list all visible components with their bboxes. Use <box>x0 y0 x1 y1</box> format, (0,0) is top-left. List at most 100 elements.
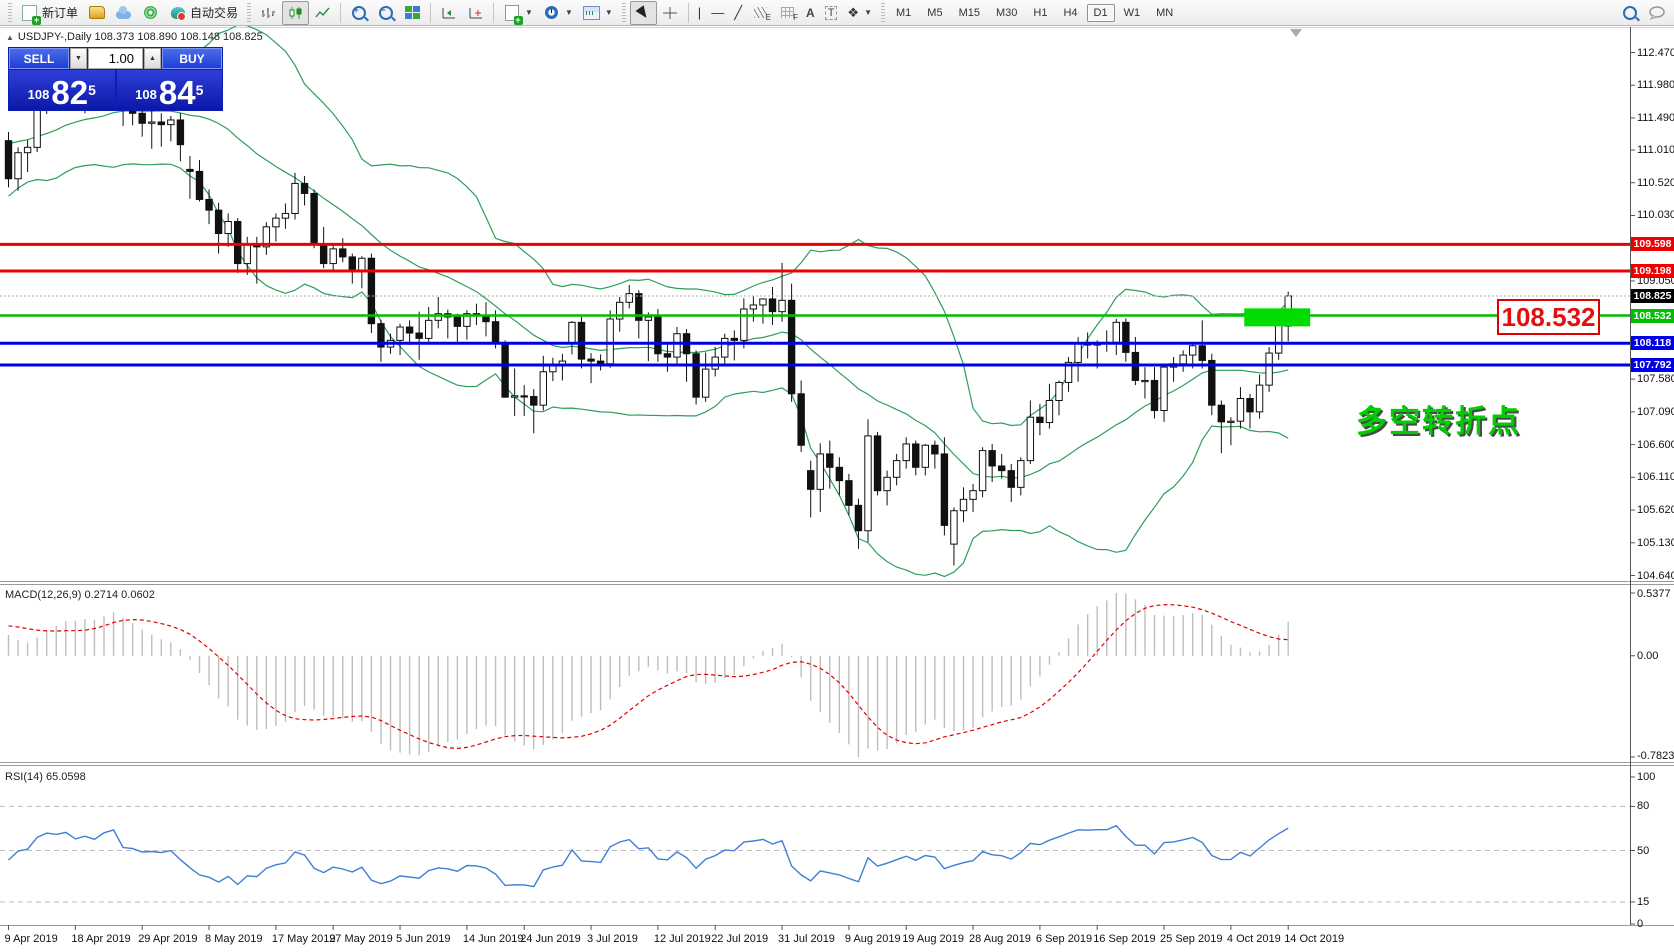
timeframe-button-mn[interactable]: MN <box>1149 4 1180 22</box>
bollinger-band-middle <box>9 111 1289 478</box>
dropdown-arrow-icon: ▼ <box>525 8 533 17</box>
crosshair-tool-button[interactable] <box>657 1 684 25</box>
line-chart-button[interactable] <box>309 1 336 25</box>
dropdown-arrow-icon: ▼ <box>565 8 573 17</box>
toolbar-grip[interactable] <box>622 3 626 23</box>
text-tool[interactable]: A <box>801 1 820 25</box>
turning-point-annotation[interactable]: 多空转折点 <box>1356 396 1521 441</box>
chat-button[interactable] <box>1643 1 1670 25</box>
shapes-icon: ❖ <box>847 5 859 21</box>
search-icon <box>1621 4 1638 21</box>
sell-button[interactable]: SELL <box>9 48 69 69</box>
dropdown-arrow-icon: ▼ <box>864 8 872 17</box>
vertical-line-tool[interactable]: | <box>693 1 706 25</box>
bar-chart-button[interactable] <box>255 1 282 25</box>
green-zone-rectangle <box>1244 308 1310 326</box>
search-button[interactable] <box>1616 1 1643 25</box>
chart-shift-icon <box>467 4 484 21</box>
shapes-tool[interactable]: ❖▼ <box>842 1 877 25</box>
cursor-icon <box>635 4 652 21</box>
periods-clock-icon <box>543 4 560 21</box>
crosshair-icon <box>662 4 679 21</box>
sell-price-figure: 108 <box>28 82 50 108</box>
zoom-out-button[interactable]: − <box>372 1 399 25</box>
auto-scroll-button[interactable] <box>435 1 462 25</box>
auto-trading-button[interactable]: 自动交易 <box>164 1 243 25</box>
chart-canvas[interactable] <box>0 0 1674 952</box>
equidistant-channel-tool[interactable] <box>747 1 774 25</box>
buy-quote[interactable]: 108845 <box>117 70 223 110</box>
buy-button[interactable]: BUY <box>162 48 222 69</box>
symbol-ohlc-text: USDJPY-,Daily 108.373 108.890 108.148 10… <box>18 31 263 43</box>
tile-windows-button[interactable] <box>399 1 426 25</box>
sell-price-point: 5 <box>88 70 96 110</box>
cursor-tool-button[interactable] <box>630 1 657 25</box>
chat-icon <box>1648 4 1665 21</box>
chart-window: 112.470111.980111.490111.010110.520110.0… <box>0 0 1674 952</box>
timeframe-button-w1[interactable]: W1 <box>1117 4 1148 22</box>
trendline-icon: ╱ <box>734 5 742 21</box>
buy-price-point: 5 <box>196 70 204 110</box>
fibonacci-icon <box>779 4 796 21</box>
cloud-icon <box>115 4 132 21</box>
buy-price-pips: 84 <box>159 78 196 108</box>
timeframe-button-h1[interactable]: H1 <box>1026 4 1054 22</box>
indicators-button[interactable]: ▼ <box>498 1 538 25</box>
zoom-in-button[interactable]: + <box>345 1 372 25</box>
zoom-in-icon: + <box>350 4 367 21</box>
candlestick-series <box>5 57 1291 565</box>
toolbar-grip[interactable] <box>247 3 251 23</box>
sell-quote[interactable]: 108825 <box>9 70 115 110</box>
main-toolbar: 新订单 自动交易 + − ▼ ▼ ▼ | — ╱ A T ❖▼ M1M5M15M… <box>0 0 1674 26</box>
signals-button[interactable] <box>137 1 164 25</box>
volume-increase-button[interactable]: ▲ <box>144 48 161 69</box>
text-icon: A <box>806 6 815 20</box>
volume-decrease-button[interactable]: ▼ <box>70 48 87 69</box>
fibonacci-tool[interactable] <box>774 1 801 25</box>
candlestick-chart-button[interactable] <box>282 1 309 25</box>
auto-trading-icon <box>169 4 186 21</box>
channel-icon <box>752 4 769 21</box>
candlestick-chart-icon <box>287 4 304 21</box>
timeframe-button-m30[interactable]: M30 <box>989 4 1024 22</box>
tile-windows-icon <box>404 4 421 21</box>
timeframe-button-d1[interactable]: D1 <box>1087 4 1115 22</box>
toolbar-grip[interactable] <box>8 3 12 23</box>
chart-shift-marker <box>1290 29 1302 37</box>
rsi-line <box>9 826 1289 887</box>
zoom-out-icon: − <box>377 4 394 21</box>
indicators-icon <box>503 4 520 21</box>
toolbar-grip[interactable] <box>881 3 885 23</box>
timeframe-button-m5[interactable]: M5 <box>920 4 949 22</box>
trendline-tool[interactable]: ╱ <box>729 1 747 25</box>
vertical-line-icon: | <box>698 5 701 20</box>
cloud-button[interactable] <box>110 1 137 25</box>
collapse-arrow-icon[interactable]: ▲ <box>6 33 14 42</box>
rsi-indicator-header: RSI(14) 65.0598 <box>5 771 86 783</box>
price-callout-box[interactable]: 108.532 <box>1497 299 1600 335</box>
templates-button[interactable]: ▼ <box>578 1 618 25</box>
chart-shift-button[interactable] <box>462 1 489 25</box>
buy-price-figure: 108 <box>135 82 157 108</box>
timeframe-button-m15[interactable]: M15 <box>952 4 987 22</box>
journal-icon <box>88 4 105 21</box>
volume-input[interactable]: 1.00 <box>88 48 143 69</box>
timeframe-button-m1[interactable]: M1 <box>889 4 918 22</box>
new-order-button[interactable]: 新订单 <box>16 1 83 25</box>
templates-icon <box>583 4 600 21</box>
auto-scroll-icon <box>440 4 457 21</box>
timeframe-group: M1M5M15M30H1H4D1W1MN <box>889 4 1180 22</box>
text-label-icon: T <box>825 6 838 20</box>
signal-icon <box>142 4 159 21</box>
one-click-trading-panel: SELL ▼ 1.00 ▲ BUY 108825 108845 <box>8 47 223 111</box>
line-chart-icon <box>314 4 331 21</box>
horizontal-line-tool[interactable]: — <box>706 1 729 25</box>
text-label-tool[interactable]: T <box>820 1 843 25</box>
bollinger-band-lower <box>9 164 1289 577</box>
macd-histogram <box>9 593 1289 757</box>
journal-button[interactable] <box>83 1 110 25</box>
dropdown-arrow-icon: ▼ <box>605 8 613 17</box>
periods-button[interactable]: ▼ <box>538 1 578 25</box>
timeframe-button-h4[interactable]: H4 <box>1056 4 1084 22</box>
macd-signal-line <box>9 605 1289 749</box>
